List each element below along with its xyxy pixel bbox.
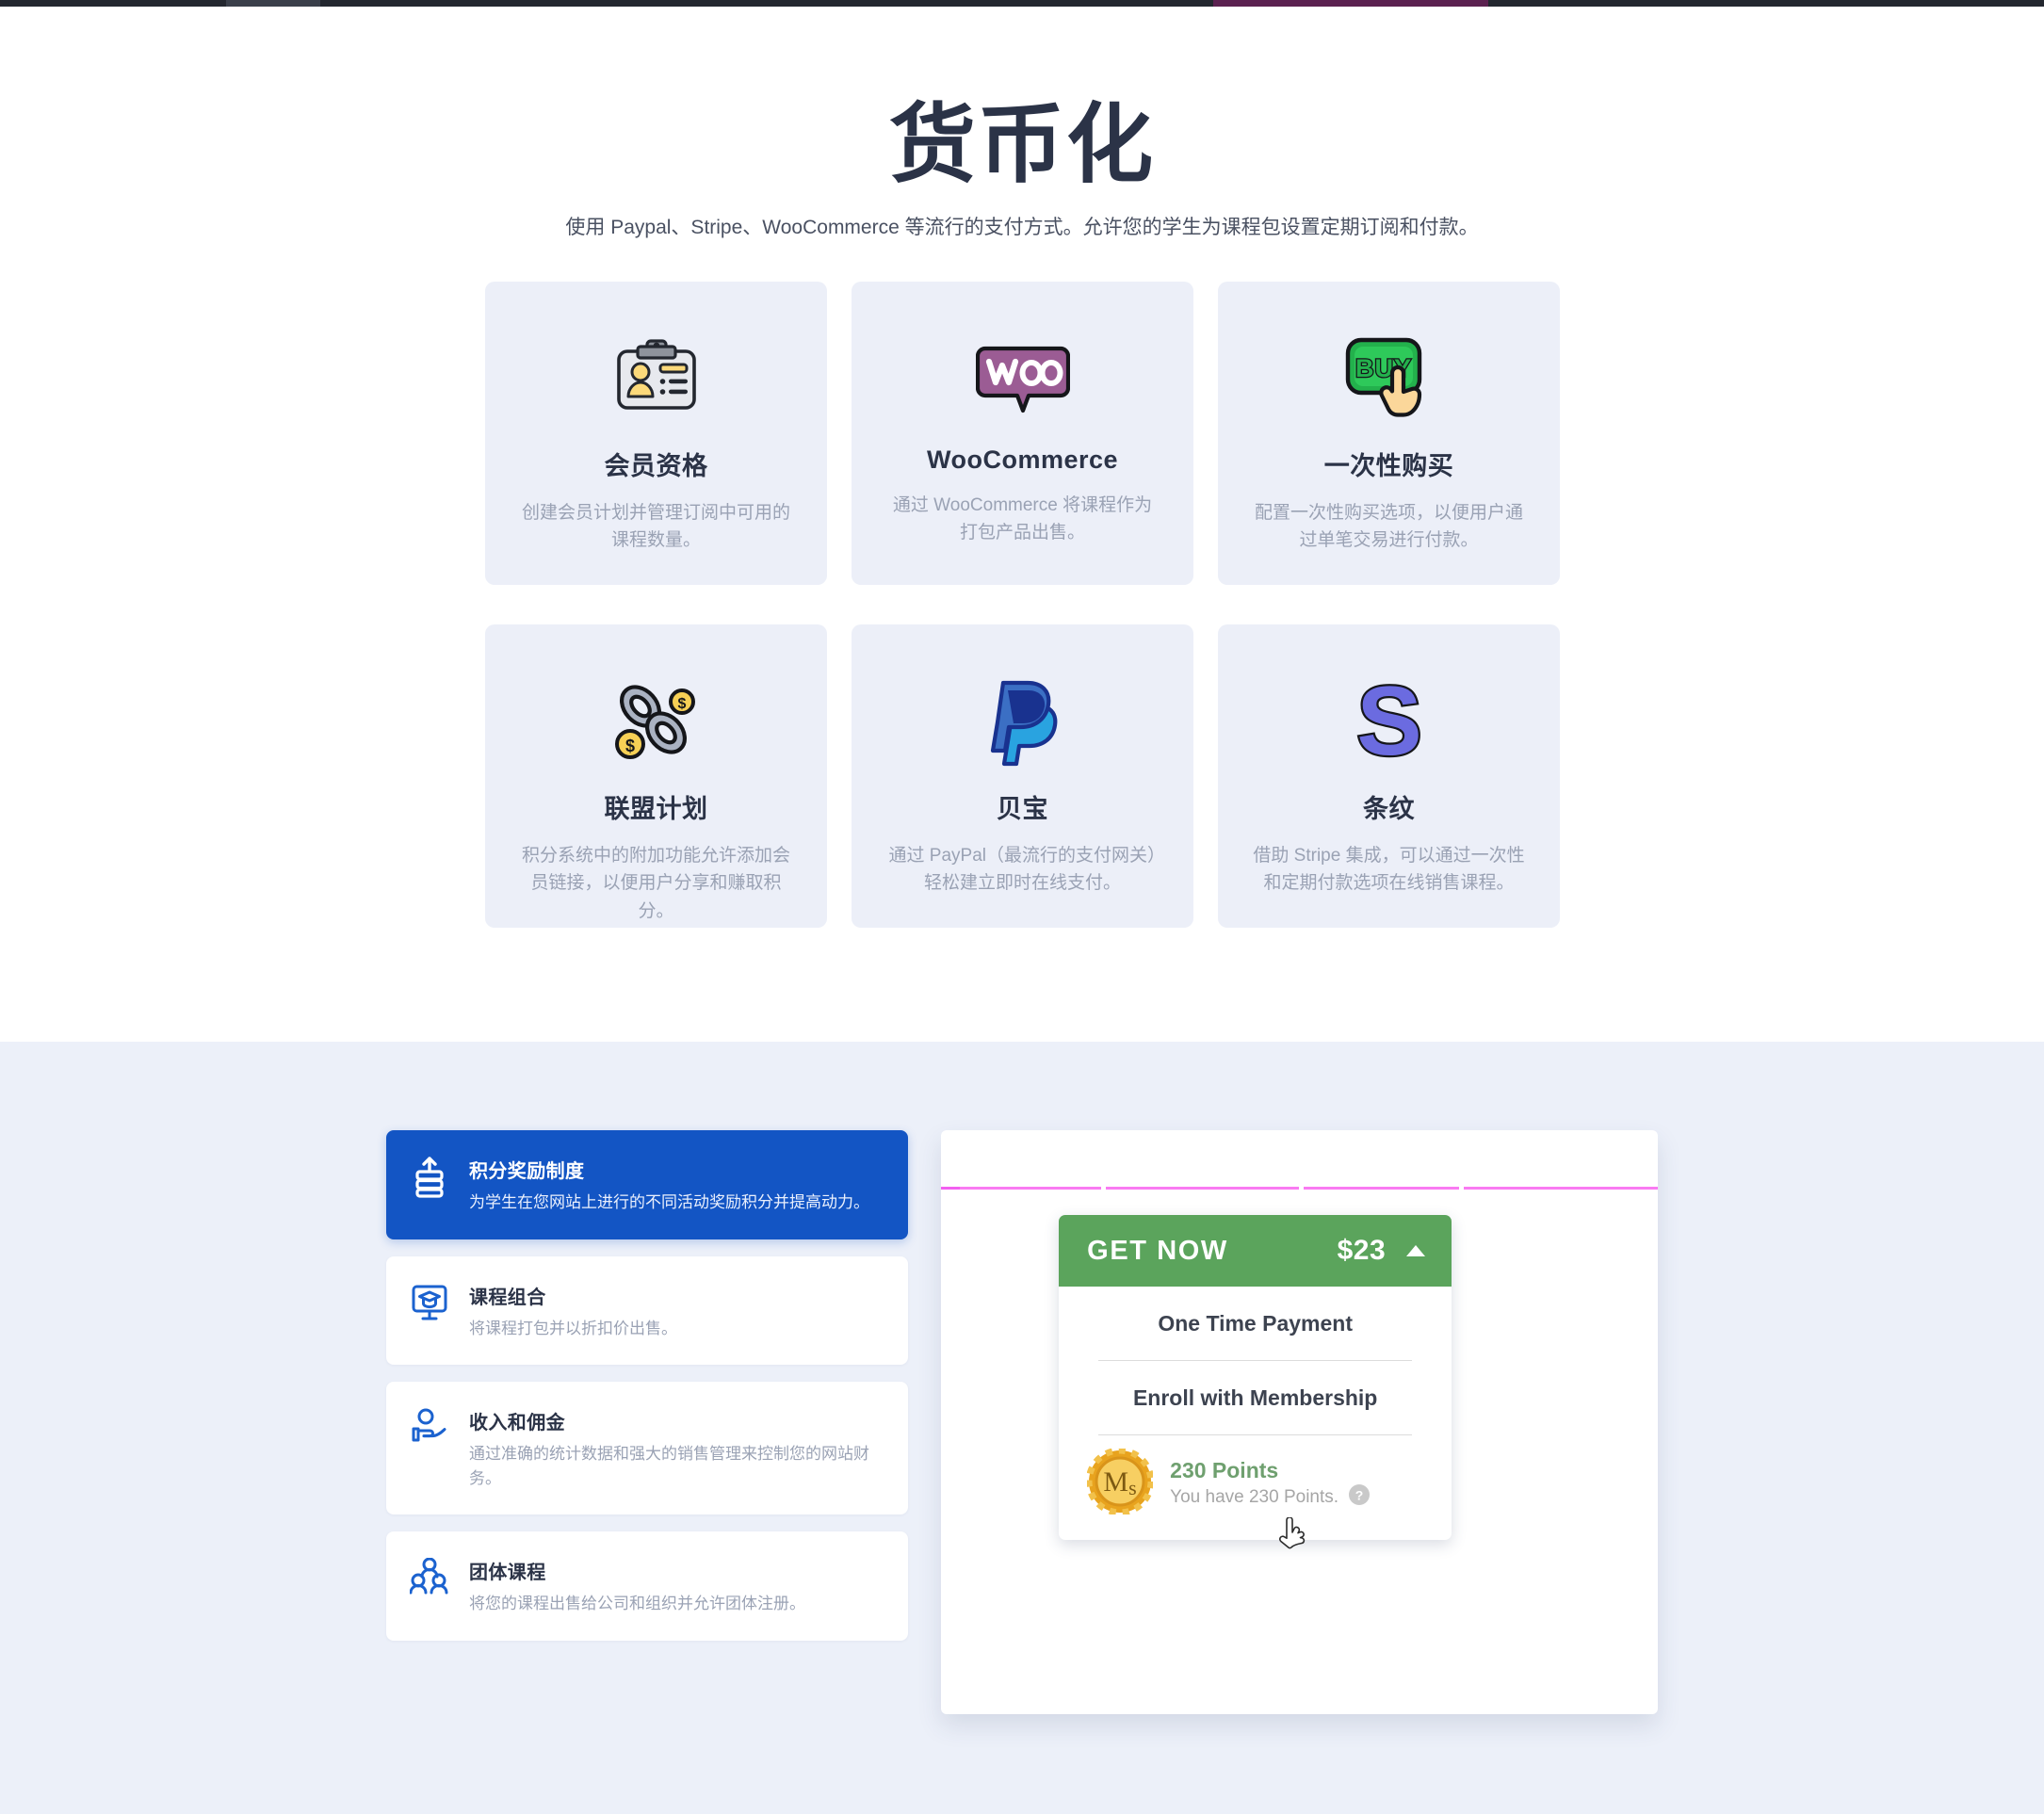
admin-bar-strip [0, 0, 2044, 7]
option-enroll-with-membership[interactable]: Enroll with Membership [1059, 1361, 1452, 1434]
accordion-item-body: 课程组合 将课程打包并以折扣价出售。 [469, 1281, 882, 1341]
feature-card-title: 一次性购买 [1323, 452, 1454, 480]
chain-coins-icon: $ $ [600, 673, 713, 773]
feature-card-title: 贝宝 [997, 795, 1048, 823]
svg-text:$: $ [625, 737, 634, 755]
svg-text:?: ? [1355, 1488, 1364, 1503]
feature-card-desc: 积分系统中的附加功能允许添加会员链接，以便用户分享和赚取积分。 [521, 846, 790, 921]
accordion-item-title: 积分奖励制度 [469, 1161, 585, 1182]
monetization-hero-section: 货币化 使用 Paypal、Stripe、WooCommerce 等流行的支付方… [0, 7, 2044, 1042]
feature-card-stripe[interactable]: S 条纹 借助 Stripe 集成，可以通过一次性和定期付款选项在线销售课程。 [1218, 624, 1560, 928]
feature-card-desc: 创建会员计划并管理订阅中可用的课程数量。 [521, 503, 790, 551]
svg-text:S: S [1356, 677, 1421, 769]
feature-card-desc: 通过 WooCommerce 将课程作为打包产品出售。 [892, 495, 1153, 543]
feature-card-woocommerce[interactable]: WooCommerce 通过 WooCommerce 将课程作为打包产品出售。 [852, 282, 1193, 585]
accordion-item-body: 积分奖励制度 为学生在您网站上进行的不同活动奖励积分并提高动力。 [469, 1155, 882, 1215]
feature-preview-panel: GET NOW $23 One Time Payment Enroll with… [941, 1130, 1658, 1714]
id-badge-icon [600, 331, 713, 430]
accordion-item-title: 收入和佣金 [469, 1413, 565, 1433]
help-circle-icon[interactable]: ? [1348, 1483, 1371, 1511]
points-balance-text: You have 230 Points. [1170, 1486, 1339, 1507]
feature-card-desc: 借助 Stripe 集成，可以通过一次性和定期付款选项在线销售课程。 [1253, 846, 1525, 894]
feature-card-title: 条纹 [1363, 795, 1415, 823]
points-text-block: 230 Points You have 230 Points. ? [1170, 1457, 1371, 1512]
get-now-label: GET NOW [1087, 1235, 1228, 1266]
stripe-logo-icon: S [1333, 673, 1446, 773]
points-sub-row: You have 230 Points. ? [1170, 1483, 1371, 1511]
feature-card-title: 会员资格 [604, 452, 708, 480]
accordion-item-desc: 将课程打包并以折扣价出售。 [469, 1319, 677, 1337]
magenta-divider-rule [941, 1187, 1658, 1190]
accordion-item-desc: 通过准确的统计数据和强大的销售管理来控制您的网站财务。 [469, 1445, 869, 1487]
get-now-price: $23 [1337, 1235, 1387, 1266]
feature-card-title: WooCommerce [926, 445, 1119, 474]
admin-bar-segment-purple [1213, 0, 1488, 7]
accordion-item-desc: 将您的课程出售给公司和组织并允许团体注册。 [469, 1595, 805, 1612]
accordion-item-body: 收入和佣金 通过准确的统计数据和强大的销售管理来控制您的网站财务。 [469, 1406, 882, 1490]
paypal-logo-icon [966, 673, 1079, 773]
woocommerce-logo-icon [966, 331, 1079, 430]
accordion-item-title: 团体课程 [469, 1563, 546, 1583]
accordion-item-body: 团体课程 将您的课程出售给公司和组织并允许团体注册。 [469, 1556, 882, 1616]
points-amount: 230 Points [1170, 1457, 1279, 1482]
accordion-item-course-bundle[interactable]: 课程组合 将课程打包并以折扣价出售。 [386, 1255, 909, 1365]
feature-card-grid: 会员资格 创建会员计划并管理订阅中可用的课程数量。 WooCommerce 通过… [485, 282, 1561, 928]
feature-accordion-list: 积分奖励制度 为学生在您网站上进行的不同活动奖励积分并提高动力。 课程组合 将课… [386, 1130, 909, 1714]
detail-section-inner: 积分奖励制度 为学生在您网站上进行的不同活动奖励积分并提高动力。 课程组合 将课… [386, 1130, 1658, 1714]
course-bundle-monitor-icon [409, 1281, 450, 1322]
accordion-item-title: 课程组合 [469, 1287, 546, 1308]
feature-card-affiliate[interactable]: $ $ 联盟计划 积分系统中的附加功能允许添加会员链接，以便用户分享和赚取积分。 [485, 624, 827, 928]
group-courses-people-icon [409, 1556, 450, 1597]
page-root: 货币化 使用 Paypal、Stripe、WooCommerce 等流行的支付方… [0, 0, 2044, 1814]
admin-bar-segment-dim [226, 0, 320, 7]
page-title: 货币化 [888, 97, 1155, 193]
accordion-item-earnings-commission[interactable]: 收入和佣金 通过准确的统计数据和强大的销售管理来控制您的网站财务。 [386, 1382, 909, 1514]
accordion-item-group-courses[interactable]: 团体课程 将您的课程出售给公司和组织并允许团体注册。 [386, 1531, 909, 1641]
monetization-detail-section: 积分奖励制度 为学生在您网站上进行的不同活动奖励积分并提高动力。 课程组合 将课… [0, 1042, 2044, 1814]
feature-card-desc: 配置一次性购买选项，以便用户通过单笔交易进行付款。 [1254, 503, 1523, 551]
feature-card-paypal[interactable]: 贝宝 通过 PayPal（最流行的支付网关）轻松建立即时在线支付。 [852, 624, 1193, 928]
get-now-widget: GET NOW $23 One Time Payment Enroll with… [1059, 1215, 1452, 1540]
caret-up-icon[interactable] [1404, 1243, 1427, 1258]
points-coin-icon: Ms [1085, 1447, 1155, 1519]
get-now-header[interactable]: GET NOW $23 [1059, 1215, 1452, 1287]
accordion-item-points-reward[interactable]: 积分奖励制度 为学生在您网站上进行的不同活动奖励积分并提高动力。 [386, 1130, 909, 1239]
buy-button-hand-icon: BUY [1333, 331, 1446, 430]
feature-card-one-time-purchase[interactable]: BUY 一次性购买 配置一次性购买选项，以便用户通过单笔交易进行付款。 [1218, 282, 1560, 585]
page-subtitle: 使用 Paypal、Stripe、WooCommerce 等流行的支付方式。允许… [565, 217, 1479, 238]
option-one-time-payment[interactable]: One Time Payment [1059, 1287, 1452, 1360]
accordion-item-desc: 为学生在您网站上进行的不同活动奖励积分并提高动力。 [469, 1193, 869, 1211]
feature-card-desc: 通过 PayPal（最流行的支付网关）轻松建立即时在线支付。 [888, 846, 1157, 894]
points-balance-row[interactable]: Ms 230 Points You have 230 Points. ? [1059, 1435, 1452, 1540]
svg-text:$: $ [677, 696, 686, 712]
earnings-hand-icon [409, 1406, 450, 1448]
feature-card-membership[interactable]: 会员资格 创建会员计划并管理订阅中可用的课程数量。 [485, 282, 827, 585]
feature-card-title: 联盟计划 [604, 795, 708, 823]
points-stack-up-icon [409, 1155, 450, 1198]
